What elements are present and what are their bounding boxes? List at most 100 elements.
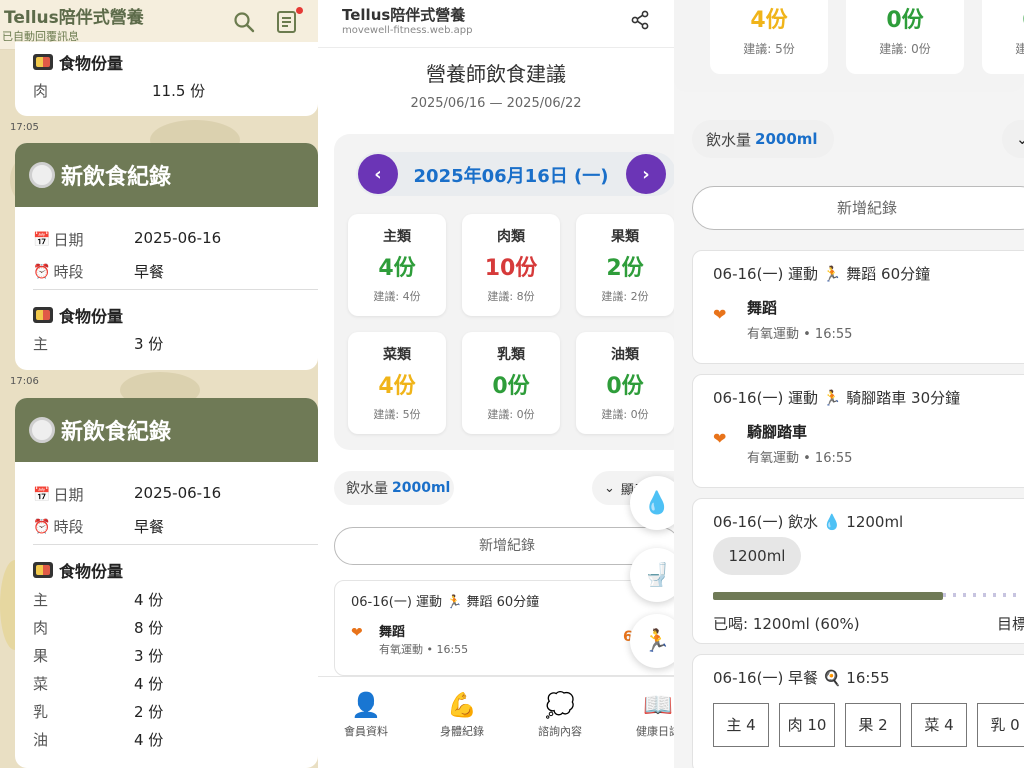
screenshot-root: Tellus陪伴式營養 已自動回覆訊息 食物份量 肉 11.5 份 17:05: [0, 0, 1024, 768]
progress-fill: [713, 592, 943, 600]
food-suggest: 建議: 5份: [743, 42, 795, 56]
date-value: 2025-06-16: [134, 484, 222, 502]
food-name: 肉類: [497, 229, 525, 245]
date-selector: ‹ 2025年06月16日 (一) ›: [356, 152, 674, 196]
food-card: 4份 建議: 5份: [710, 0, 828, 74]
food-value: 0份: [982, 2, 1024, 34]
nutrition-summary: ‹ 2025年06月16日 (一) › 主類 4份 建議: 4份 肉類 10份 …: [334, 134, 674, 450]
card-header: 新飲食紀錄: [15, 398, 318, 462]
portion-value: 4 份: [134, 675, 164, 693]
date-value: 2025-06-16: [134, 229, 222, 247]
section-label: 食物份量: [59, 562, 124, 581]
water-target: 飲水量 2000ml: [692, 120, 834, 158]
portion-key: 油: [33, 731, 49, 749]
book-icon: 📖: [643, 691, 673, 719]
food-portion-section: 食物份量: [33, 50, 123, 74]
nav-health-diary[interactable]: 📖 健康日誌: [612, 689, 674, 739]
food-card: 肉類 10份 建議: 8份: [462, 214, 560, 316]
food-suggest: 建議: 2份: [601, 290, 649, 303]
nav-body[interactable]: 💪 身體紀錄: [416, 689, 508, 739]
date-label: 日期: [53, 486, 84, 504]
exercise-record[interactable]: 06-16(一) 運動 🏃 舞蹈 60分鐘 ❤ 舞蹈 有氧運動 • 16:55 …: [334, 580, 674, 676]
person-icon: 👤: [351, 691, 381, 719]
nav-label: 健康日誌: [636, 725, 674, 738]
record-name: 騎腳踏車: [747, 423, 808, 441]
calendar-icon: 📅: [33, 231, 51, 248]
water-record[interactable]: 06-16(一) 飲水 💧 1200ml 1200ml 已喝: 1200ml (…: [692, 498, 1024, 644]
food-name: 菜類: [383, 347, 411, 363]
portion-value: 4 份: [134, 591, 164, 609]
water-label: 飲水量: [346, 481, 388, 497]
portion-key: 肉: [33, 82, 49, 100]
nav-member[interactable]: 👤 會員資料: [320, 689, 412, 739]
chat-panel: Tellus陪伴式營養 已自動回覆訊息 食物份量 肉 11.5 份 17:05: [0, 0, 318, 768]
water-value: 2000ml: [392, 480, 451, 496]
food-suggest: 建議: 8份: [487, 290, 535, 303]
food-portion-chip: 主 4: [713, 703, 769, 747]
app-name: Tellus陪伴式營養: [342, 6, 466, 24]
heart-icon: ❤: [713, 429, 727, 448]
webapp-header: Tellus陪伴式營養 movewell-fitness.web.app: [318, 0, 674, 48]
nav-consult[interactable]: 💭 諮詢內容: [514, 689, 606, 739]
food-name: 油類: [611, 347, 639, 363]
food-value: 2份: [606, 256, 644, 281]
card-title: 新飲食紀錄: [61, 420, 172, 445]
notes-icon[interactable]: [276, 7, 303, 34]
record-sub: 有氧運動 • 16:55: [379, 643, 469, 656]
period-label: 時段: [53, 518, 84, 536]
meal-record-card[interactable]: 新飲食紀錄 📅 日期 2025-06-16 ⏰ 時段 早餐 食物份量 主 4 份 肉 8…: [15, 398, 318, 768]
meal-record-card[interactable]: 新飲食紀錄 📅 日期 2025-06-16 ⏰ 時段 早餐 食物份量 主 3 份: [15, 143, 318, 370]
nav-label: 身體紀錄: [440, 725, 484, 738]
food-value: 10份: [484, 256, 538, 281]
water-target: 飲水量 2000ml: [334, 471, 454, 505]
calendar-icon: 📅: [33, 486, 51, 503]
timestamp: 17:05: [10, 122, 39, 133]
period-value: 早餐: [134, 263, 165, 281]
share-icon[interactable]: [630, 10, 650, 30]
portion-key: 肉: [33, 619, 49, 637]
food-suggest: 建議: 0份: [487, 408, 535, 421]
portion-value: 2 份: [134, 703, 164, 721]
food-portion-chip: 乳 0: [977, 703, 1024, 747]
period-label: 時段: [53, 263, 84, 281]
record-sub: 有氧運動 • 16:55: [747, 451, 853, 466]
meal-record[interactable]: 06-16(一) 早餐 🍳 16:55 主 4 肉 10 果 2 菜 4 乳 0: [692, 654, 1024, 768]
next-day-button[interactable]: ›: [626, 154, 666, 194]
section-label: 食物份量: [59, 54, 124, 73]
water-drop-icon[interactable]: 💧: [630, 476, 674, 530]
nav-label: 會員資料: [344, 725, 388, 738]
app-url: movewell-fitness.web.app: [342, 25, 473, 36]
food-name: 主類: [383, 229, 411, 245]
food-value: 4份: [378, 256, 416, 281]
food-card: 0份 建議: 0份: [846, 0, 964, 74]
message-card-previous: 食物份量 肉 11.5 份: [15, 42, 318, 116]
food-suggest: 建議: 0份: [601, 408, 649, 421]
muscle-icon: 💪: [447, 691, 477, 719]
chevron-down-icon: ⌄: [604, 480, 615, 496]
food-name: 果類: [611, 229, 639, 245]
date-range: 2025/06/16 — 2025/06/22: [410, 96, 582, 111]
water-value: 2000ml: [755, 130, 818, 148]
food-suggest: 建議: 4份: [373, 290, 421, 303]
bento-icon: [33, 562, 53, 578]
water-amount-chip: 1200ml: [713, 537, 801, 575]
portion-key: 乳: [33, 703, 49, 721]
food-card: 乳類 0份 建議: 0份: [462, 332, 560, 434]
food-portion-chip: 果 2: [845, 703, 901, 747]
bento-icon: [33, 307, 53, 323]
food-suggest: 建議: 0份: [1015, 42, 1024, 56]
chevron-down-icon[interactable]: ⌄: [1002, 120, 1024, 158]
records-panel: 4份 建議: 5份 0份 建議: 0份 0份 建議: 0份 飲水量 2000ml…: [674, 0, 1024, 768]
search-icon[interactable]: [232, 10, 256, 34]
food-value: 0份: [606, 374, 644, 399]
card-title: 新飲食紀錄: [61, 165, 172, 190]
record-name: 舞蹈: [747, 299, 778, 317]
plate-icon: [29, 417, 55, 443]
portion-value: 8 份: [134, 619, 164, 637]
food-value: 0份: [886, 8, 924, 33]
add-record-button[interactable]: 新增紀錄: [692, 186, 1024, 230]
water-label: 飲水量: [706, 130, 752, 149]
exercise-record[interactable]: 06-16(一) 運動 🏃 騎腳踏車 30分鐘 ❤ 騎腳踏車 有氧運動 • 16…: [692, 374, 1024, 488]
exercise-record[interactable]: 06-16(一) 運動 🏃 舞蹈 60分鐘 ❤ 舞蹈 有氧運動 • 16:55: [692, 250, 1024, 364]
add-record-button[interactable]: 新增紀錄: [334, 527, 674, 565]
